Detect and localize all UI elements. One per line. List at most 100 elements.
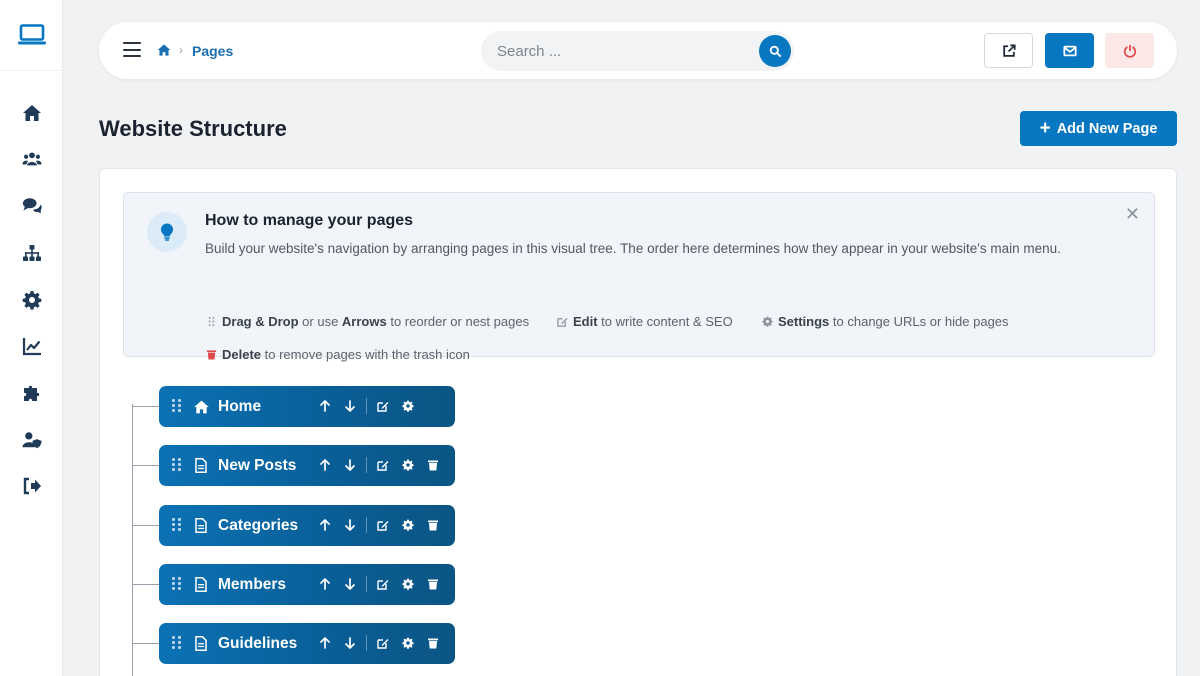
trash-icon[interactable] [426,457,440,473]
drag-handle-icon[interactable] [172,399,182,413]
sidebar-item-logout[interactable] [0,468,63,504]
edit-icon[interactable] [376,576,390,592]
search-bar [481,31,794,71]
gear-icon[interactable] [401,517,415,533]
sidebar-item-user-security[interactable] [0,422,63,458]
move-down-icon[interactable] [343,517,357,533]
page-node-label: Guidelines [218,635,298,652]
tip-delete-bold: Delete [222,347,262,362]
messages-button[interactable] [1045,33,1094,68]
page-title: Website Structure [99,116,287,141]
sidebar [0,0,63,676]
tree-branch [132,643,159,644]
tip-drag-mid: or use [298,314,342,329]
tip-drag-bold: Drag & Drop [222,314,299,329]
move-up-icon[interactable] [318,457,332,473]
search-button[interactable] [759,35,791,67]
power-icon [1123,44,1136,58]
tree-branch [132,525,159,526]
trash-icon[interactable] [426,517,440,533]
home-icon [22,105,41,121]
users-icon [21,152,42,166]
file-icon [192,576,210,593]
tip-delete-rest: to remove pages with the trash icon [261,347,470,362]
drag-handle-icon[interactable] [172,636,182,650]
move-up-icon[interactable] [318,576,332,592]
edit-icon [556,315,568,329]
sidebar-item-plugins[interactable] [0,375,63,411]
gear-icon[interactable] [401,635,415,651]
edit-icon[interactable] [376,517,390,533]
sitemap-icon [22,245,41,261]
chart-line-icon [22,338,41,356]
gear-icon [22,291,41,310]
move-down-icon[interactable] [343,635,357,651]
breadcrumb-separator-icon: › [179,43,183,57]
page-node-label: New Posts [218,457,297,474]
tip-settings-rest: to change URLs or hide pages [829,314,1009,329]
tree-connector [132,404,133,676]
tip-edit: Edit to write content & SEO [556,314,733,329]
tip-delete: Delete to remove pages with the trash ic… [205,347,470,362]
laptop-icon [17,24,46,45]
sidebar-item-home[interactable] [0,95,63,131]
page-node[interactable]: Members [159,564,455,605]
tree-branch [132,584,159,585]
sidebar-item-settings[interactable] [0,282,63,318]
edit-icon[interactable] [376,398,390,414]
drag-handle-icon[interactable] [172,577,182,591]
edit-icon[interactable] [376,457,390,473]
drag-handle-icon[interactable] [172,458,182,472]
hamburger-menu-icon[interactable] [123,42,141,58]
home-icon [192,398,210,415]
trash-icon[interactable] [426,576,440,592]
move-down-icon[interactable] [343,398,357,414]
move-down-icon[interactable] [343,576,357,592]
page-node-label: Home [218,398,262,415]
page-node[interactable]: Guidelines [159,623,455,664]
move-up-icon[interactable] [318,517,332,533]
tree-branch [132,406,159,407]
tip-edit-rest: to write content & SEO [597,314,733,329]
gear-icon[interactable] [401,398,415,414]
tip-drag-drop: Drag & Drop or use Arrows to reorder or … [205,314,529,329]
envelope-icon [1062,45,1077,56]
sidebar-item-messages[interactable] [0,188,63,224]
breadcrumb-current[interactable]: Pages [192,43,233,59]
move-up-icon[interactable] [318,398,332,414]
move-down-icon[interactable] [343,457,357,473]
sign-out-icon [23,477,41,495]
search-icon [769,45,781,57]
page-node-label: Categories [218,517,299,534]
puzzle-icon [23,385,39,401]
sidebar-item-structure[interactable] [0,235,63,271]
tip-drag-rest: to reorder or nest pages [386,314,530,329]
drag-handle-icon[interactable] [172,518,182,532]
action-divider [366,398,367,414]
trash-icon[interactable] [426,635,440,651]
edit-icon[interactable] [376,635,390,651]
add-new-page-button[interactable]: + Add New Page [1020,111,1177,146]
gear-icon[interactable] [401,457,415,473]
grip-icon [205,315,217,329]
trash-icon [205,348,217,362]
sidebar-item-users[interactable] [0,141,63,177]
close-icon[interactable]: ✕ [1125,204,1140,225]
breadcrumb-home-icon[interactable] [157,43,171,57]
file-icon [192,517,210,534]
move-up-icon[interactable] [318,635,332,651]
page-node[interactable]: Categories [159,505,455,546]
file-icon [192,457,210,474]
logout-button[interactable] [1105,33,1154,68]
view-site-button[interactable] [984,33,1033,68]
help-panel: How to manage your pages ✕ Build your we… [123,192,1155,362]
search-input[interactable] [497,41,747,61]
gear-icon[interactable] [401,576,415,592]
tip-settings: Settings to change URLs or hide pages [761,314,1009,329]
logo[interactable] [0,0,63,71]
external-link-icon [1002,43,1016,57]
action-divider [366,457,367,473]
page-node[interactable]: Home [159,386,455,427]
sidebar-item-analytics[interactable] [0,328,63,364]
page-node[interactable]: New Posts [159,445,455,486]
